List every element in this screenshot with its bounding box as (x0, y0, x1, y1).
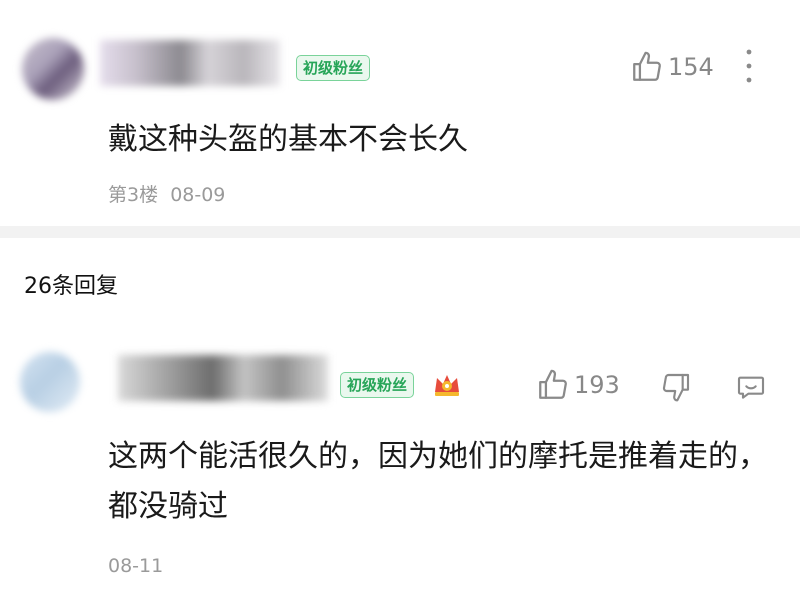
fan-level-badge: 初级粉丝 (340, 372, 415, 398)
comment-text: 戴这种头盔的基本不会长久 (108, 122, 468, 157)
section-divider (0, 226, 800, 238)
comment-date: 08-09 (170, 184, 226, 206)
replies-count-header: 26条回复 (24, 274, 118, 299)
like-count: 154 (668, 53, 714, 81)
like-button[interactable]: 193 (536, 368, 620, 402)
crown-badge-icon (435, 375, 459, 396)
like-count: 193 (574, 371, 620, 399)
more-vertical-icon[interactable] (744, 46, 754, 86)
thumbs-up-icon (633, 51, 661, 81)
comment-meta: 第3楼 08-09 (108, 180, 225, 207)
thumbs-down-icon[interactable] (660, 371, 692, 403)
fan-level-badge: 初级粉丝 (296, 55, 371, 81)
thumbs-up-icon (539, 369, 567, 399)
avatar[interactable] (20, 352, 80, 412)
floor-number: 第3楼 (108, 184, 159, 206)
username-blurred[interactable] (118, 355, 328, 401)
like-button[interactable]: 154 (630, 50, 714, 84)
avatar[interactable] (22, 38, 84, 100)
comment-text: 这两个能活很久的，因为她们的摩托是推着走的，都没骑过 (108, 439, 768, 524)
reply-comment-icon[interactable] (735, 371, 767, 403)
comment-date: 08-11 (108, 555, 164, 577)
username-blurred[interactable] (100, 40, 280, 86)
